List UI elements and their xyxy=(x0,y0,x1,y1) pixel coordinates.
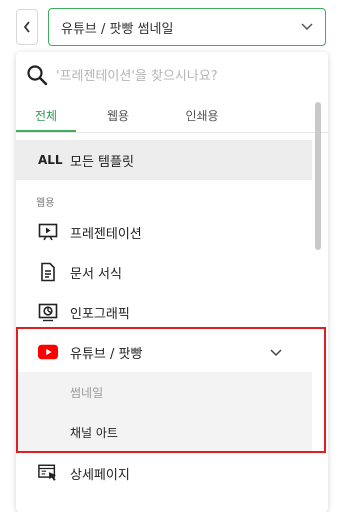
sub-item-label: 썸네일 xyxy=(70,385,104,400)
search-icon xyxy=(26,64,48,90)
category-dropdown-panel: 전체 웹용 인쇄용 ALL 모든 템플릿 웹용 프레젠테이션 문서 서식 xyxy=(16,52,328,512)
menu-item-label: 프레젠테이션 xyxy=(70,226,142,242)
all-badge: ALL xyxy=(38,153,63,167)
tab-bar: 전체 웹용 인쇄용 xyxy=(16,100,328,133)
all-templates-item[interactable]: ALL 모든 템플릿 xyxy=(16,140,312,180)
youtube-icon xyxy=(38,342,58,362)
sub-item-thumbnail[interactable]: 썸네일 xyxy=(16,372,312,412)
tab-all[interactable]: 전체 xyxy=(16,100,76,132)
category-select-value: 유튜브 / 팟빵 썸네일 xyxy=(61,21,174,37)
menu-item-infographic[interactable]: 인포그래픽 xyxy=(16,292,312,332)
search-row xyxy=(16,62,328,90)
menu-item-document[interactable]: 문서 서식 xyxy=(16,252,312,292)
document-icon xyxy=(38,262,58,282)
menu-item-label: 유튜브 / 팟빵 xyxy=(70,346,143,362)
detail-page-icon xyxy=(38,463,58,483)
sub-item-channel-art[interactable]: 채널 아트 xyxy=(16,412,312,452)
chevron-left-icon xyxy=(23,21,30,33)
tab-print[interactable]: 인쇄용 xyxy=(166,100,238,132)
menu-item-label: 문서 서식 xyxy=(70,266,122,282)
sub-item-label: 채널 아트 xyxy=(70,425,118,440)
chevron-down-icon xyxy=(301,23,313,31)
active-tab-indicator xyxy=(16,130,76,132)
chevron-down-icon[interactable] xyxy=(270,346,282,361)
menu-item-youtube-podbbang[interactable]: 유튜브 / 팟빵 xyxy=(16,332,312,372)
menu-item-detail-page[interactable]: 상세페이지 xyxy=(16,453,312,493)
menu-item-label: 상세페이지 xyxy=(70,467,130,483)
infographic-icon xyxy=(38,302,58,322)
presentation-icon xyxy=(38,222,58,242)
category-select[interactable]: 유튜브 / 팟빵 썸네일 xyxy=(48,8,326,46)
scrollbar-thumb[interactable] xyxy=(315,102,321,250)
menu-item-presentation[interactable]: 프레젠테이션 xyxy=(16,212,312,252)
search-input[interactable] xyxy=(56,64,286,88)
all-templates-label: 모든 템플릿 xyxy=(70,154,134,170)
tab-web[interactable]: 웹용 xyxy=(88,100,148,132)
menu-item-label: 인포그래픽 xyxy=(70,306,130,322)
back-button[interactable] xyxy=(16,9,38,45)
section-label-web: 웹용 xyxy=(36,198,55,209)
